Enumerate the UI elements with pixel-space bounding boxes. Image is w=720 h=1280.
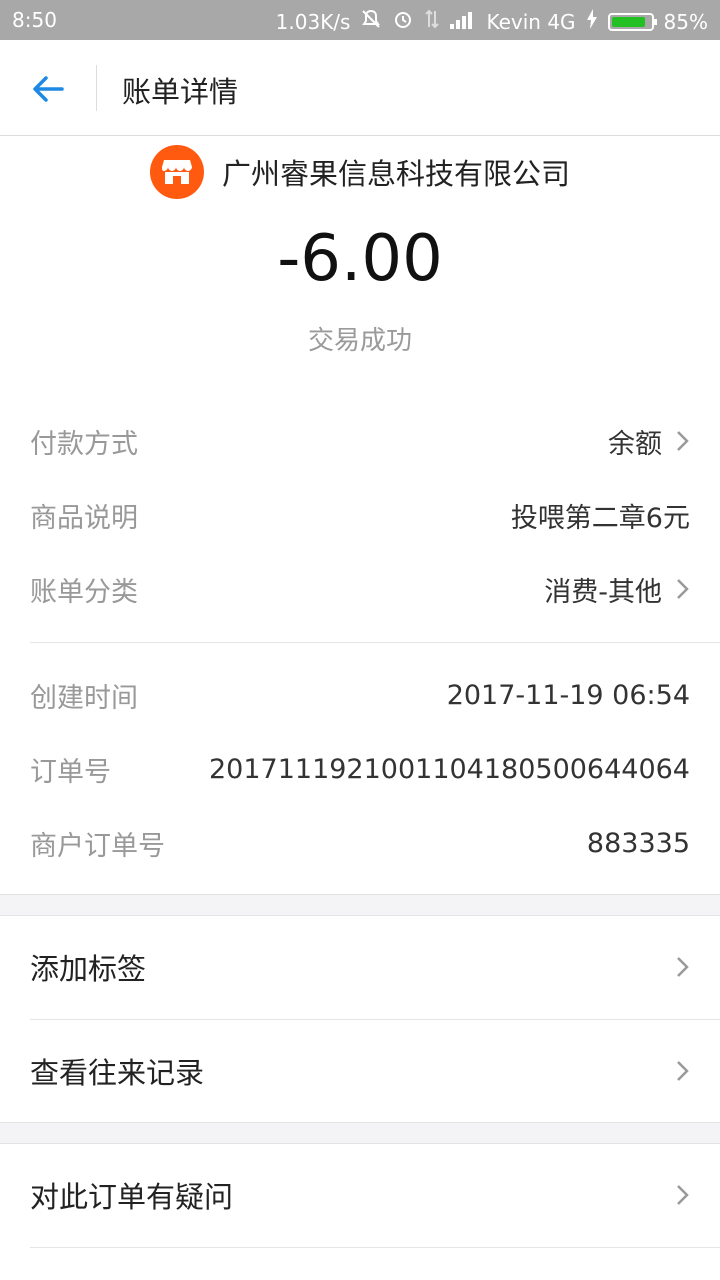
data-transfer-icon [424, 8, 440, 35]
created-time-value: 2017-11-19 06:54 [446, 679, 690, 711]
merchant-order-label: 商户订单号 [30, 830, 165, 862]
category-value: 消费-其他 [544, 576, 662, 608]
description-label: 商品说明 [30, 502, 138, 534]
net-speed: 1.03K/s [275, 9, 351, 34]
order-question-label: 对此订单有疑问 [30, 1180, 234, 1214]
add-tag-label: 添加标签 [30, 952, 147, 986]
description-row: 商品说明 投喂第二章6元 [30, 495, 690, 535]
order-number-row: 订单号 20171119210011041805006440​64 [30, 749, 690, 789]
page-title: 账单详情 [122, 75, 239, 109]
status-right: 1.03K/s Kevin 4G 85% [276, 8, 708, 35]
shop-icon [149, 145, 204, 199]
carrier-name: Kevin 4G [486, 9, 576, 34]
signal-icon [450, 9, 476, 34]
order-question-button[interactable]: 对此订单有疑问 [30, 1165, 690, 1225]
view-history-button[interactable]: 查看往来记录 [30, 1041, 690, 1101]
merchant-header: 广州睿果信息科技有限公司 [0, 144, 720, 200]
order-number-value: 20171119210011041805006440​64 [209, 753, 690, 785]
battery-level: 85% [663, 9, 708, 34]
status-time: 8:50 [12, 8, 57, 32]
section-separator [0, 894, 720, 916]
divider [30, 1247, 720, 1248]
payment-method-label: 付款方式 [30, 428, 138, 460]
chevron-right-icon [677, 431, 689, 451]
chevron-right-icon [677, 1185, 689, 1205]
category-label: 账单分类 [30, 576, 138, 608]
section-separator [0, 1122, 720, 1144]
alarm-icon [392, 8, 414, 35]
battery-icon [607, 12, 657, 31]
add-tag-button[interactable]: 添加标签 [30, 937, 690, 997]
status-bar: 8:50 1.03K/s Kevin 4G 85% [0, 0, 720, 40]
back-arrow-icon[interactable] [30, 71, 66, 107]
payment-method-row[interactable]: 付款方式 余额 [30, 421, 690, 461]
nav-divider [96, 65, 97, 111]
chevron-right-icon [677, 1061, 689, 1081]
merchant-name: 广州睿果信息科技有限公司 [221, 157, 570, 191]
mute-icon [360, 8, 382, 35]
merchant-order-row: 商户订单号 883335 [30, 823, 690, 863]
divider [30, 1019, 720, 1020]
payment-method-value: 余额 [608, 428, 662, 460]
view-history-label: 查看往来记录 [30, 1056, 205, 1090]
order-number-label: 订单号 [30, 756, 111, 788]
description-value: 投喂第二章6元 [510, 502, 690, 534]
divider [30, 642, 720, 643]
merchant-order-value: 883335 [586, 827, 690, 859]
charging-icon [586, 9, 598, 34]
chevron-right-icon [677, 957, 689, 977]
created-time-row: 创建时间 2017-11-19 06:54 [30, 675, 690, 715]
nav-bar: 账单详情 [0, 40, 720, 136]
chevron-right-icon [677, 579, 689, 599]
transaction-amount: -6.00 [277, 222, 443, 296]
created-time-label: 创建时间 [30, 682, 138, 714]
category-row[interactable]: 账单分类 消费-其他 [30, 569, 690, 609]
transaction-status: 交易成功 [307, 326, 412, 356]
